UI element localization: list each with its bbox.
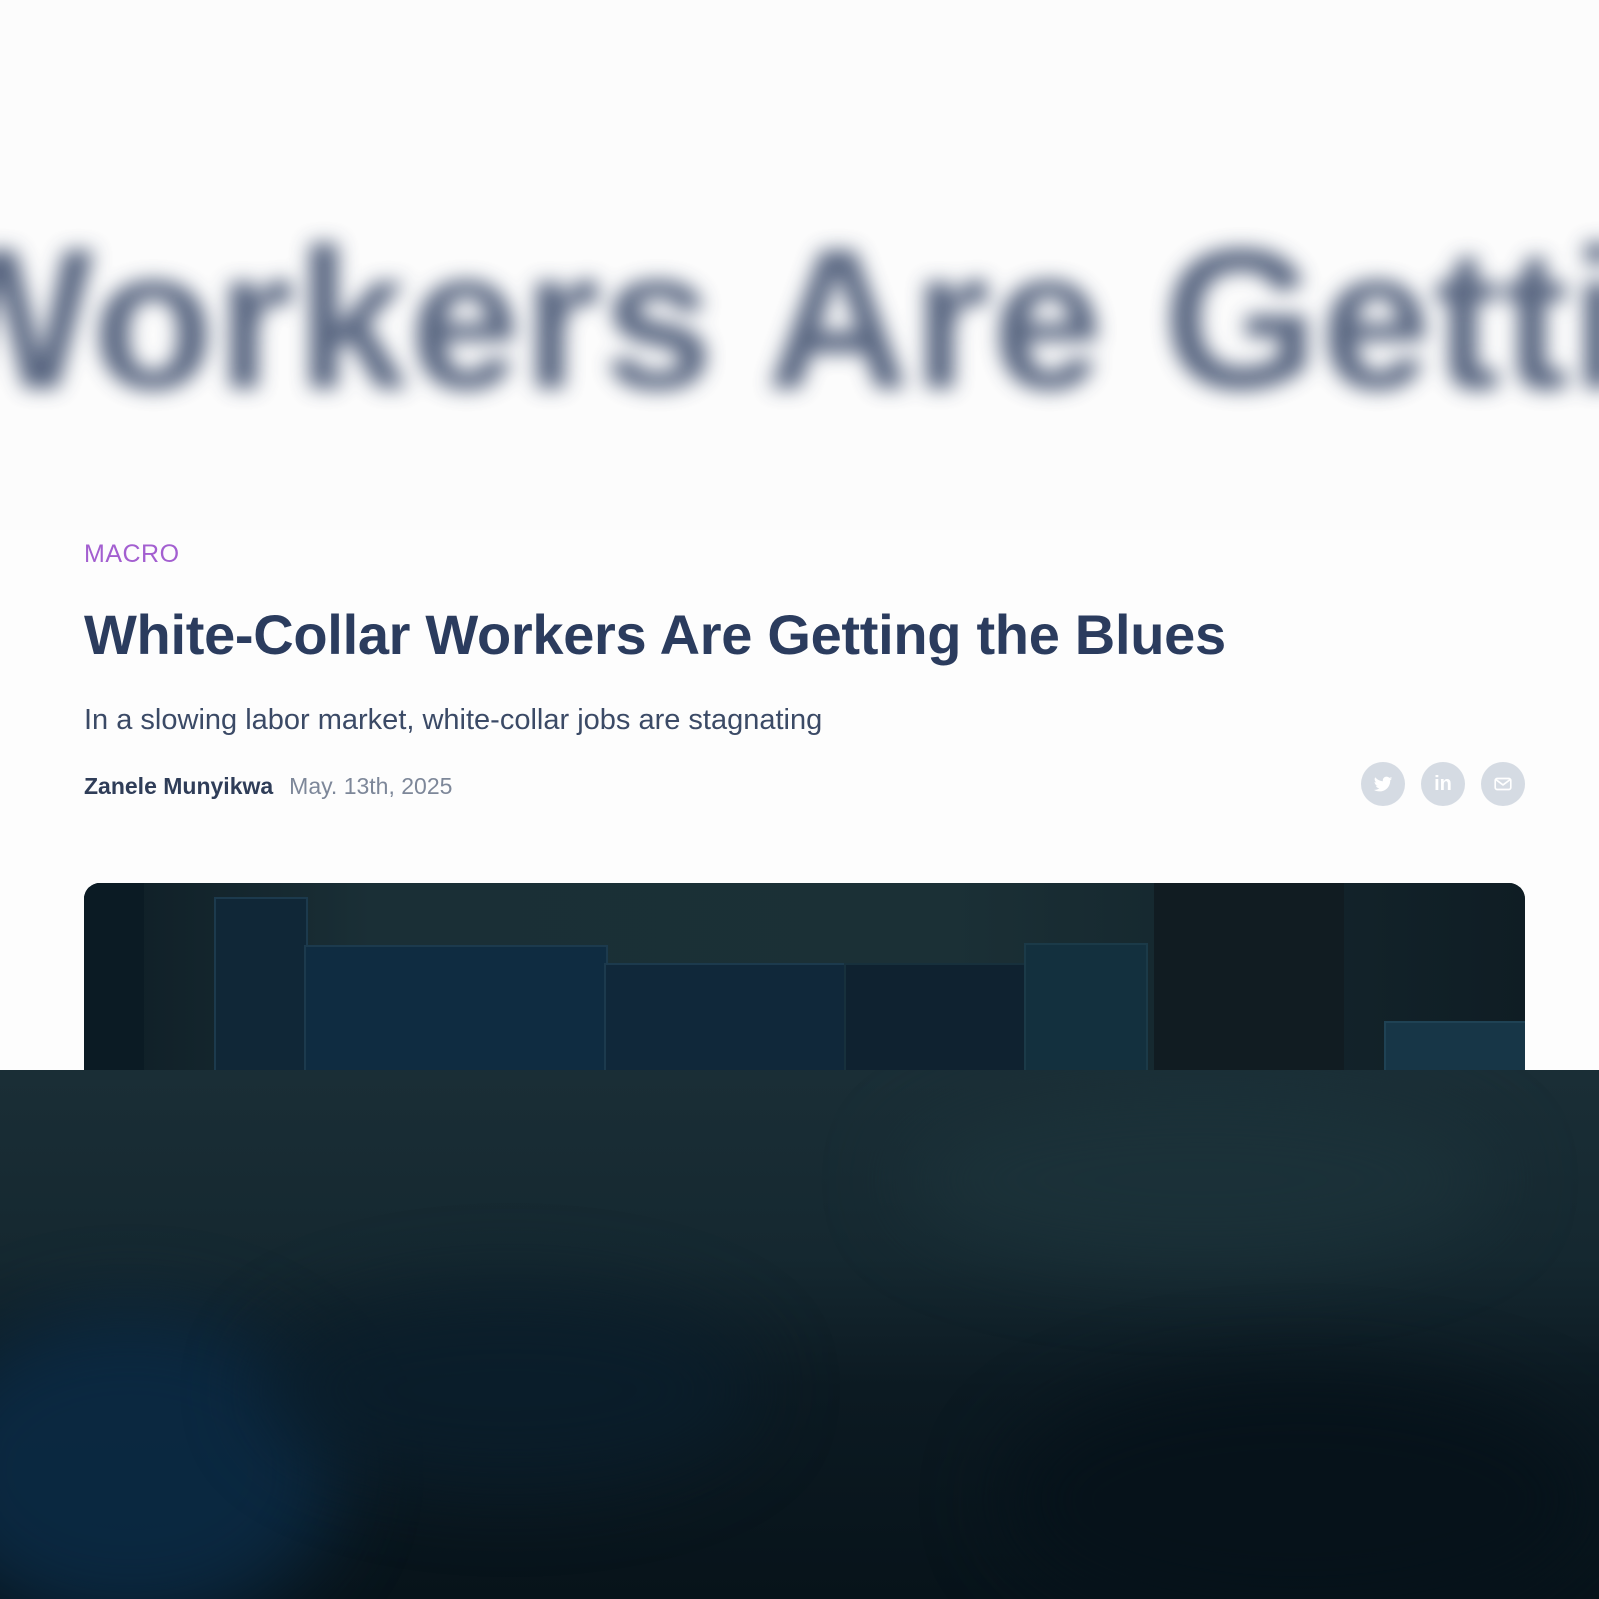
blurred-background-band: Workers Are Getting <box>0 0 1599 530</box>
blurred-lower-band <box>0 1070 1599 1599</box>
hero-image-dark-column <box>1154 883 1344 1083</box>
hero-image-left-edge <box>84 883 144 1083</box>
hero-image-cubicle-panel <box>604 963 848 1083</box>
page-canvas: Workers Are Getting MACRO White-Collar W… <box>0 0 1599 1599</box>
share-email-button[interactable] <box>1481 762 1525 806</box>
share-twitter-button[interactable] <box>1361 762 1405 806</box>
hero-image-cubicle-panel <box>844 963 1028 1083</box>
author-link[interactable]: Zanele Munyikwa <box>84 773 273 800</box>
blurred-glow <box>1000 1370 1599 1599</box>
hero-image-cubicle-wall <box>214 897 308 1083</box>
blurred-glow <box>900 1090 1500 1270</box>
linkedin-icon: in <box>1434 773 1452 795</box>
hero-image-cubicle-panel <box>1024 943 1148 1083</box>
hero-image-cubicle-panel <box>304 945 608 1083</box>
category-link[interactable]: MACRO <box>84 540 180 569</box>
blurred-band-fade <box>0 490 1599 530</box>
twitter-icon <box>1373 776 1393 792</box>
byline: Zanele Munyikwa May. 13th, 2025 <box>84 773 452 800</box>
hero-image <box>84 883 1525 1083</box>
publish-date: May. 13th, 2025 <box>289 773 453 799</box>
share-buttons: in <box>1361 762 1525 806</box>
blurred-headline-text: Workers Are Getting <box>0 208 1599 431</box>
blurred-glow <box>260 1290 760 1490</box>
article-headline: White-Collar Workers Are Getting the Blu… <box>84 603 1226 666</box>
share-linkedin-button[interactable]: in <box>1421 762 1465 806</box>
article-subheadline: In a slowing labor market, white-collar … <box>84 704 823 736</box>
mail-icon <box>1494 777 1512 791</box>
